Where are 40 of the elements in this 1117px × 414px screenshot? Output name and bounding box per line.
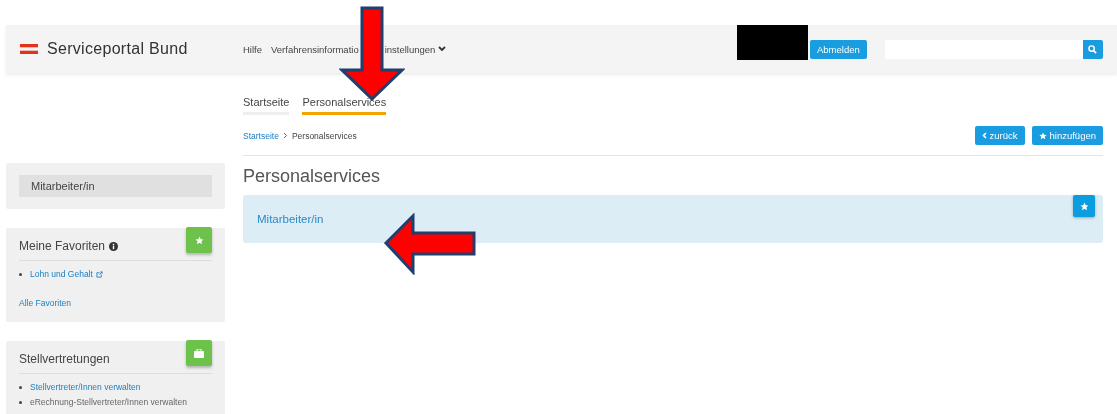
deputy-link[interactable]: Stellvertreter/Innen verwalten (30, 380, 141, 395)
tab[interactable]: Startseite (243, 96, 290, 115)
info-icon (109, 241, 119, 251)
add-favorite-button[interactable]: hinzufügen (1031, 126, 1103, 145)
chevron-icon (438, 46, 447, 52)
nav-link[interactable]: Verfahrensinformatio (271, 43, 359, 55)
favorites-badge[interactable] (186, 227, 212, 253)
flag-icon (20, 44, 38, 54)
bullet-icon (19, 401, 22, 404)
star-icon (1079, 201, 1089, 211)
search-icon (1088, 44, 1098, 54)
briefcase-badge[interactable] (186, 340, 212, 366)
page-heading: Personalservices (243, 166, 382, 187)
logout-button[interactable]: Abmelden (810, 39, 867, 59)
back-button[interactable]: zurück (974, 126, 1025, 145)
sidebar-item[interactable]: Mitarbeiter/in (19, 175, 212, 197)
chevron-icon (981, 132, 987, 139)
nav-link[interactable]: Hilfe (243, 43, 262, 55)
bullet-icon (19, 386, 22, 389)
panel-title: Stellvertretungen (19, 352, 110, 366)
favorite-link[interactable]: Lohn und Gehalt (30, 267, 93, 282)
external-link-icon (95, 271, 103, 278)
nav-link[interactable]: instellungen (384, 43, 447, 55)
menu-text: eRechnung-Stellvertreter/Innen verwalten (30, 396, 187, 409)
bullet-icon (19, 273, 22, 276)
favorite-button[interactable] (1073, 195, 1095, 217)
panel-title: Meine Favoriten (19, 239, 106, 253)
search-field[interactable] (884, 39, 1083, 59)
redaction-box (737, 25, 808, 60)
star-icon (1038, 131, 1047, 140)
card-link[interactable]: Mitarbeiter/in (257, 213, 324, 225)
service-card[interactable]: Mitarbeiter/in (243, 195, 1103, 243)
all-favorites-link[interactable]: Alle Favoriten (19, 298, 71, 308)
site-title: Serviceportal Bund (47, 40, 188, 58)
star-icon (194, 235, 204, 245)
briefcase-icon (194, 348, 204, 358)
breadcrumb-item: Personalservices (291, 130, 357, 141)
search-button[interactable] (1082, 39, 1103, 59)
breadcrumb-item[interactable]: Startseite (243, 130, 279, 141)
chevron-icon (282, 132, 288, 139)
